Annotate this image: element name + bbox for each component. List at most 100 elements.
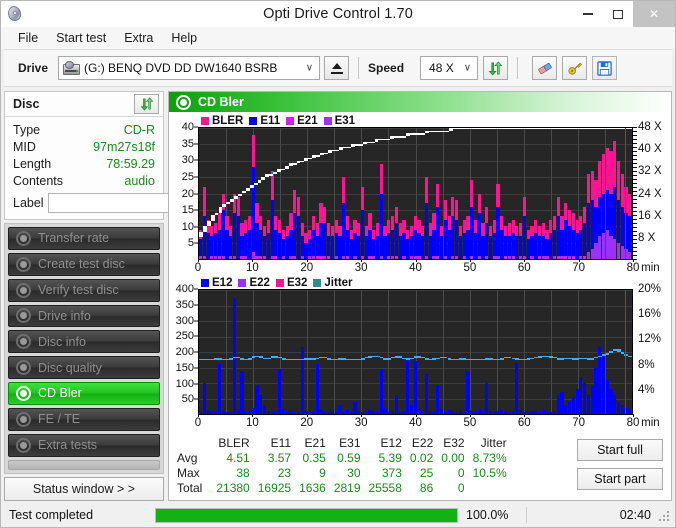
speed-select[interactable]: 48 X ∨ bbox=[420, 56, 479, 80]
bar-e11 bbox=[247, 229, 252, 259]
sidebar-item-disc-info[interactable]: Disc info bbox=[8, 330, 160, 354]
drive-select[interactable]: (G:) BENQ DVD DD DW1640 BSRB ∨ bbox=[58, 56, 321, 80]
line-jitter bbox=[500, 358, 504, 360]
line-speed bbox=[628, 128, 632, 130]
bar-e12 bbox=[266, 410, 270, 414]
v-gridline bbox=[442, 290, 444, 414]
bar-e31 bbox=[432, 255, 436, 259]
sidebar-label-extra-tests: Extra tests bbox=[38, 438, 98, 453]
bar-e12 bbox=[210, 411, 214, 414]
line-speed bbox=[214, 212, 219, 216]
bar-e21 bbox=[263, 255, 267, 259]
start-full-button[interactable]: Start full bbox=[577, 439, 663, 461]
x-tick-mark bbox=[252, 259, 254, 262]
bar-e12 bbox=[391, 410, 395, 414]
erase-button[interactable] bbox=[532, 56, 558, 80]
chart-c1-right-axis: 8 X 16 X 24 X 32 X 40 X 48 X bbox=[633, 121, 669, 260]
menu-file[interactable]: File bbox=[9, 29, 47, 47]
bar-e12 bbox=[601, 355, 606, 414]
bar-e12 bbox=[387, 411, 391, 414]
x-tick-mark bbox=[524, 414, 526, 417]
bar-e31 bbox=[462, 255, 466, 259]
table-row: Avg 4.51 3.57 0.35 0.59 5.39 0.02 0.00 8… bbox=[175, 451, 511, 466]
bar-e11 bbox=[443, 219, 447, 259]
eject-button[interactable] bbox=[324, 56, 350, 80]
chart-c1-plot-area bbox=[198, 127, 633, 260]
bar-e11 bbox=[447, 229, 451, 259]
bar-e11 bbox=[345, 229, 350, 259]
bar-e31 bbox=[391, 255, 395, 259]
stats-total-e12: 25558 bbox=[368, 481, 402, 495]
stats-max-bler: 38 bbox=[236, 466, 250, 480]
bar-e31 bbox=[259, 255, 263, 259]
sidebar-item-drive-info[interactable]: Drive info bbox=[8, 304, 160, 328]
sidebar-item-disc-quality[interactable]: Disc quality bbox=[8, 356, 160, 380]
x-tick-label: 40 bbox=[409, 417, 422, 429]
sidebar-item-fe-te[interactable]: FE / TE bbox=[8, 407, 160, 431]
sidebar-item-cd-bler[interactable]: CD Bler bbox=[8, 382, 160, 405]
chevron-down-icon: ∨ bbox=[463, 62, 472, 74]
y-tick-label: 15 bbox=[181, 204, 194, 217]
line-jitter bbox=[594, 356, 599, 359]
start-part-button[interactable]: Start part bbox=[577, 468, 663, 490]
sidebar-item-create-test-disc[interactable]: Create test disc bbox=[8, 252, 160, 276]
save-button[interactable] bbox=[592, 56, 618, 80]
chart-c1-legend: BLER E11 E21 E31 bbox=[201, 115, 355, 127]
bar-e31 bbox=[496, 255, 500, 259]
menu-help[interactable]: Help bbox=[162, 29, 206, 47]
bar-e12 bbox=[507, 412, 511, 414]
resize-grip-icon[interactable] bbox=[657, 509, 669, 521]
disc-panel-title: Disc bbox=[13, 97, 40, 111]
line-speed bbox=[335, 149, 340, 152]
bar-e12 bbox=[545, 411, 549, 414]
bar-e11 bbox=[259, 229, 263, 259]
x-tick-label: 60 bbox=[517, 417, 531, 429]
v-gridline bbox=[496, 290, 498, 414]
bar-e11 bbox=[289, 229, 293, 259]
y-tick-label: 400 bbox=[175, 283, 194, 295]
stats-max-e21: 9 bbox=[319, 466, 326, 480]
chart-c1-errors[interactable]: BLER E11 E21 E31 5 10 15 20 25 30 35 40 8 X 16 X 24 … bbox=[171, 114, 669, 276]
line-speed bbox=[218, 207, 223, 213]
x-tick-label: 0 bbox=[194, 417, 202, 429]
stats-row-label-avg: Avg bbox=[177, 451, 198, 465]
bar-e12 bbox=[560, 392, 564, 414]
legend-label: E32 bbox=[286, 277, 308, 289]
bar-e11 bbox=[522, 216, 526, 259]
bar-e12 bbox=[229, 412, 233, 414]
bar-e11 bbox=[586, 203, 590, 259]
chart-c2-jitter[interactable]: E12 E22 E32 Jitter 50 100 150 200 250 300 350 400 … bbox=[171, 276, 669, 431]
bar-e12 bbox=[349, 412, 353, 414]
sidebar-item-transfer-rate[interactable]: Transfer rate bbox=[8, 227, 160, 250]
key-icon bbox=[567, 62, 582, 75]
settings-button[interactable] bbox=[562, 56, 588, 80]
menu-extra[interactable]: Extra bbox=[115, 29, 162, 47]
bar-e11 bbox=[432, 229, 436, 259]
bar-e11 bbox=[413, 229, 417, 259]
menu-start-test[interactable]: Start test bbox=[47, 29, 115, 47]
sidebar-item-verify-test-disc[interactable]: Verify test disc bbox=[8, 278, 160, 302]
bar-e31 bbox=[221, 255, 225, 259]
bar-e12 bbox=[240, 370, 244, 414]
bar-e21 bbox=[564, 255, 568, 259]
line-speed bbox=[210, 215, 215, 221]
bar-e11 bbox=[236, 216, 240, 259]
bar-e21 bbox=[293, 255, 297, 259]
x-tick-mark bbox=[469, 259, 471, 262]
y-tick-label: 30 bbox=[181, 154, 194, 167]
chart-panel-title: CD Bler bbox=[198, 95, 244, 109]
right-tick-label: 32 X bbox=[638, 165, 662, 178]
legend-swatch-icon bbox=[275, 279, 284, 287]
x-tick-mark bbox=[306, 259, 308, 262]
disc-value-length: 78:59.29 bbox=[106, 157, 155, 171]
x-tick-mark bbox=[633, 259, 634, 262]
bar-e31 bbox=[443, 255, 447, 259]
refresh-button[interactable] bbox=[483, 56, 509, 80]
disc-refresh-button[interactable] bbox=[134, 94, 159, 114]
eject-icon bbox=[330, 62, 343, 74]
bar-e11 bbox=[556, 216, 560, 259]
disc-row-mid: MID 97m27s18f bbox=[13, 139, 155, 156]
sidebar-item-extra-tests[interactable]: Extra tests bbox=[8, 433, 160, 457]
bar-e12 bbox=[259, 395, 263, 414]
status-window-button[interactable]: Status window > > bbox=[4, 477, 164, 501]
